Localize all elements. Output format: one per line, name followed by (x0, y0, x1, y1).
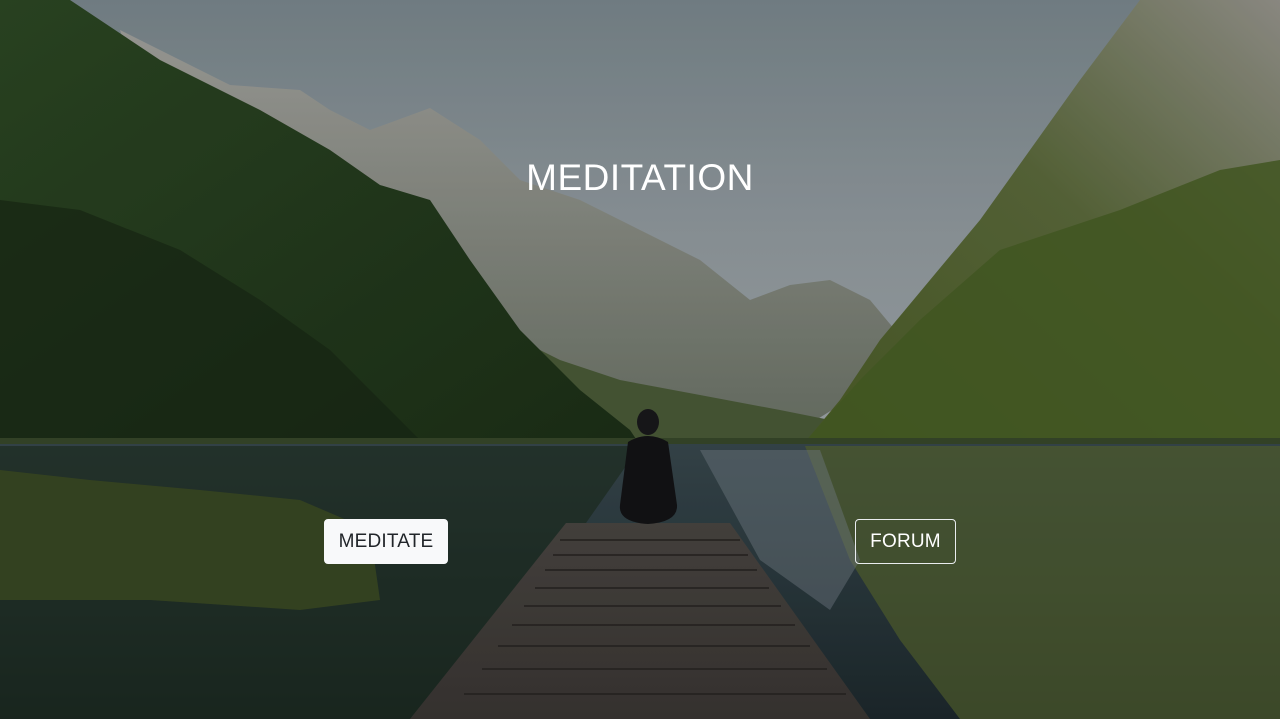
forum-button[interactable]: FORUM (855, 519, 956, 564)
hero-section: MEDITATION MEDITATE FORUM (0, 0, 1280, 719)
meditate-button[interactable]: MEDITATE (324, 519, 448, 564)
background-landscape-image (0, 0, 1280, 719)
page-title: MEDITATION (526, 157, 754, 198)
